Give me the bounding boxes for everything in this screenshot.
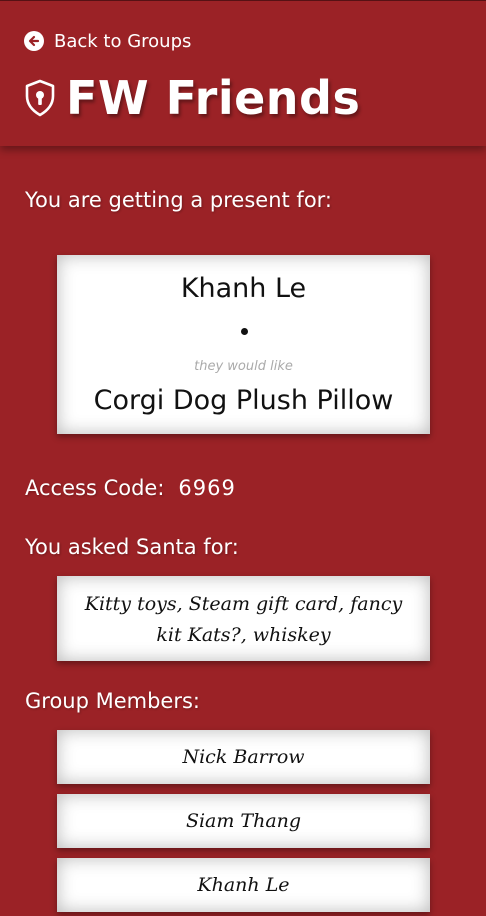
shield-lock-icon [25, 79, 55, 117]
member-name: Khanh Le [197, 874, 290, 896]
wishlist-text: Kitty toys, Steam gift card, fancy kit K… [84, 593, 403, 646]
recipient-card: Khanh Le they would like Corgi Dog Plush… [57, 255, 430, 434]
arrow-left-circle-icon [24, 31, 44, 51]
access-code-row: Access Code: 6969 [25, 476, 236, 500]
wishlist-label: You asked Santa for: [25, 535, 239, 559]
member-item: Siam Thang [57, 794, 430, 848]
separator-dot [240, 328, 248, 335]
group-title: FW Friends [66, 71, 361, 125]
would-like-label: they would like [194, 359, 293, 374]
access-code-value: 6969 [178, 476, 236, 500]
gift-name: Corgi Dog Plush Pillow [93, 385, 394, 416]
wishlist-card: Kitty toys, Steam gift card, fancy kit K… [57, 576, 430, 661]
assignment-prompt: You are getting a present for: [25, 188, 333, 212]
member-item: Nick Barrow [57, 730, 430, 784]
back-to-groups-link[interactable]: Back to Groups [24, 29, 191, 53]
recipient-name: Khanh Le [180, 273, 307, 304]
member-name: Nick Barrow [182, 746, 305, 768]
members-label: Group Members: [25, 689, 201, 713]
access-code-label: Access Code: [25, 476, 165, 500]
back-label: Back to Groups [54, 30, 192, 52]
title-row: FW Friends [24, 71, 360, 125]
member-item: Khanh Le [57, 858, 430, 912]
member-name: Siam Thang [185, 810, 302, 832]
app-header: Back to Groups FW Friends [0, 1, 486, 146]
